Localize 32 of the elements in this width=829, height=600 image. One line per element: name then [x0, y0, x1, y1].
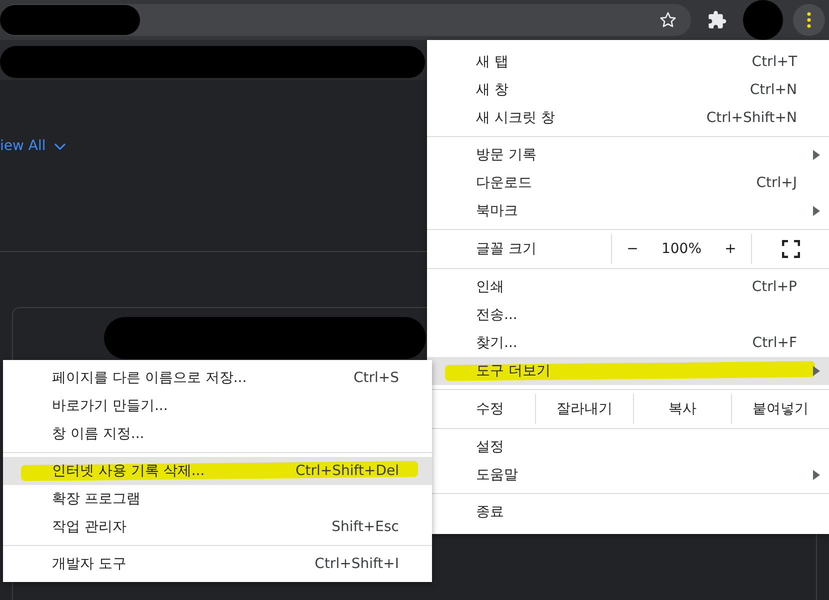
menu-label: 글꼴 크기 — [475, 240, 538, 258]
submenu-arrow-icon — [813, 470, 820, 480]
zoom-in-button[interactable]: + — [718, 238, 742, 260]
menu-item[interactable]: 개발자 도구 Ctrl+Shift+I — [3, 550, 432, 578]
submenu-arrow-icon — [813, 206, 820, 216]
menu-item[interactable]: 새 창 Ctrl+N — [427, 76, 829, 104]
menu-item[interactable]: 다운로드 Ctrl+J — [427, 169, 829, 197]
star-icon[interactable] — [659, 11, 677, 29]
zoom-out-button[interactable]: − — [620, 238, 644, 260]
edit-action-button[interactable]: 복사 — [634, 394, 732, 424]
submenu-arrow-icon — [813, 150, 820, 160]
menu-item[interactable]: 도구 더보기 — [427, 357, 829, 385]
chevron-down-icon — [54, 142, 66, 150]
edit-action-button[interactable]: 붙여넣기 — [732, 394, 829, 424]
zoom-level: 100% — [661, 240, 702, 258]
menu-item[interactable]: 전송... — [427, 301, 829, 329]
puzzle-icon[interactable] — [707, 10, 727, 30]
menu-item[interactable]: 인터넷 사용 기록 삭제... Ctrl+Shift+Del — [3, 457, 432, 485]
menu-item[interactable]: 새 시크릿 창 Ctrl+Shift+N — [427, 104, 829, 132]
menu-item[interactable]: 방문 기록 — [427, 141, 829, 169]
fullscreen-icon — [782, 240, 800, 258]
menu-item[interactable]: 북마크 — [427, 197, 829, 225]
menu-item[interactable]: 인쇄 Ctrl+P — [427, 273, 829, 301]
menu-item[interactable]: 작업 관리자 Shift+Esc — [3, 513, 432, 541]
kebab-menu-icon — [807, 12, 811, 28]
menu-button[interactable] — [793, 4, 825, 36]
view-all-link[interactable]: iew All — [0, 136, 66, 157]
menu-item[interactable]: 찾기... Ctrl+F — [427, 329, 829, 357]
redaction-mark — [743, 0, 783, 40]
edit-action-button[interactable]: 잘라내기 — [536, 394, 634, 424]
menu-item[interactable]: 새 탭 Ctrl+T — [427, 48, 829, 76]
submenu-arrow-icon — [813, 366, 820, 376]
